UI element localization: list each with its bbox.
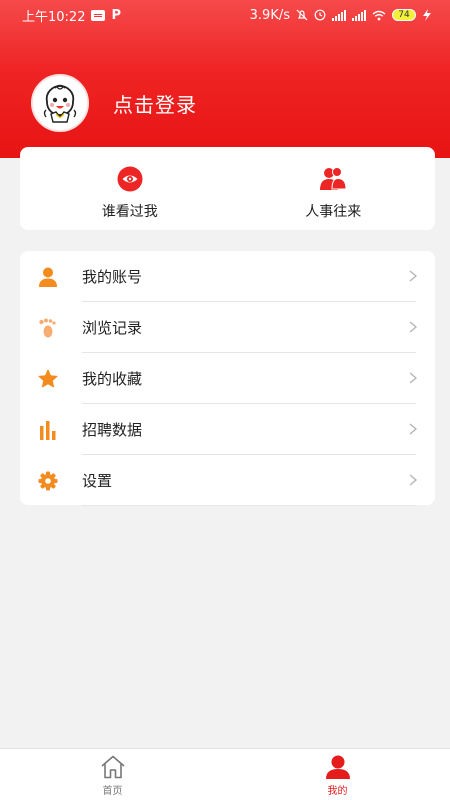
tab-label: 首页 — [102, 786, 123, 797]
users-icon — [319, 165, 347, 193]
menu-list: 我的账号 浏览记录 我的收藏 招聘数据 设置 — [20, 251, 435, 506]
menu-item-history[interactable]: 浏览记录 — [20, 302, 435, 353]
quick-action-hr[interactable]: 人事往来 — [232, 147, 436, 230]
quick-action-label: 人事往来 — [305, 204, 362, 220]
signal-icon — [332, 9, 346, 21]
clock-icon — [314, 9, 326, 21]
menu-item-label: 浏览记录 — [82, 319, 143, 337]
quick-actions-card: 谁看过我 人事往来 — [20, 147, 435, 230]
signal-icon — [352, 9, 366, 21]
status-time: 上午10:22 — [22, 9, 86, 25]
footprint-icon — [38, 318, 58, 338]
status-bar: 上午10:22 P 3.9K/s 74 — [0, 0, 450, 30]
eye-icon — [116, 165, 144, 193]
tab-mine[interactable]: 我的 — [225, 749, 450, 800]
divider — [82, 505, 416, 506]
bar-chart-icon — [38, 420, 58, 440]
wifi-icon — [372, 10, 386, 20]
star-icon — [38, 369, 58, 389]
message-icon — [91, 9, 106, 21]
quick-action-label: 谁看过我 — [101, 204, 158, 220]
quick-action-viewers[interactable]: 谁看过我 — [28, 147, 232, 230]
gear-icon — [38, 471, 58, 491]
chevron-right-icon — [409, 321, 418, 333]
p-icon: P — [111, 7, 121, 23]
profile-icon — [325, 755, 350, 779]
menu-item-favorites[interactable]: 我的收藏 — [20, 353, 435, 404]
battery-icon: 74 — [392, 9, 416, 21]
chevron-right-icon — [409, 423, 418, 435]
menu-item-account[interactable]: 我的账号 — [20, 251, 435, 302]
tab-home[interactable]: 首页 — [0, 749, 225, 800]
person-icon — [38, 267, 58, 287]
alarm-off-icon — [296, 9, 308, 21]
menu-item-recruit-data[interactable]: 招聘数据 — [20, 404, 435, 455]
chevron-right-icon — [409, 270, 418, 282]
mascot-avatar-icon[interactable] — [31, 74, 89, 132]
menu-item-label: 设置 — [82, 472, 113, 490]
menu-item-label: 我的账号 — [82, 268, 143, 286]
menu-item-settings[interactable]: 设置 — [20, 455, 435, 506]
charging-icon — [423, 9, 431, 21]
profile-header: 上午10:22 P 3.9K/s 74 点击登录 — [0, 0, 450, 158]
net-speed: 3.9K/s — [249, 7, 290, 23]
menu-item-label: 招聘数据 — [82, 421, 143, 439]
profile-area[interactable]: 点击登录 — [31, 74, 197, 132]
tab-label: 我的 — [327, 786, 348, 797]
menu-item-label: 我的收藏 — [82, 370, 143, 388]
login-button[interactable]: 点击登录 — [113, 89, 197, 118]
home-icon — [100, 755, 125, 779]
bottom-tab-bar: 首页 我的 — [0, 748, 450, 800]
chevron-right-icon — [409, 474, 418, 486]
chevron-right-icon — [409, 372, 418, 384]
